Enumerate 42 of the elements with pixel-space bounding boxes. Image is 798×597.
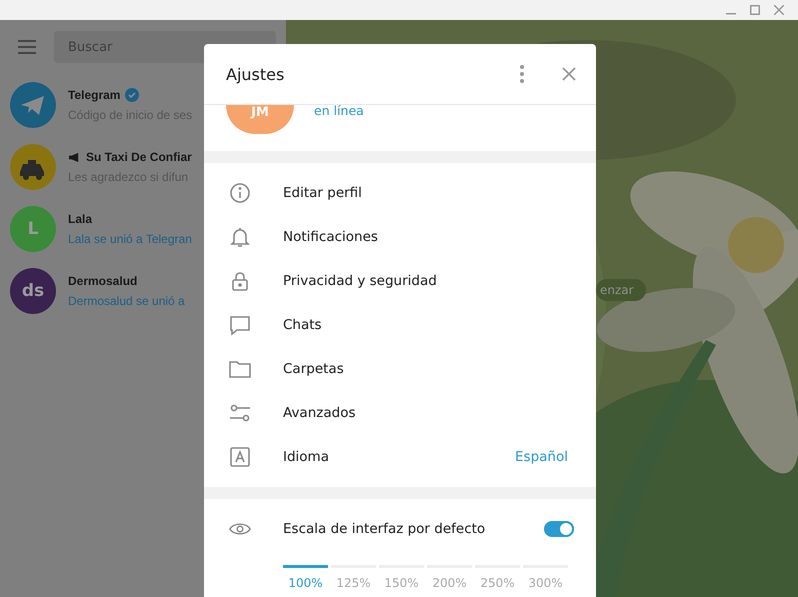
settings-item[interactable]: Idioma Español (204, 435, 596, 479)
toggle-switch[interactable] (544, 521, 574, 537)
chat-preview: Lala se unió a Telegran (68, 232, 192, 246)
more-options-icon[interactable] (520, 65, 524, 83)
settings-item[interactable]: Notificaciones (204, 215, 596, 259)
menu-icon[interactable] (18, 40, 36, 54)
scale-option[interactable]: 250% (475, 565, 520, 590)
settings-item[interactable]: Avanzados (204, 391, 596, 435)
sliders-icon (229, 402, 251, 424)
paper-plane-avatar-icon (10, 82, 56, 128)
bell-icon (229, 226, 251, 248)
chat-preview: Dermosalud se unió a (68, 294, 185, 308)
start-pill[interactable]: enzar (596, 279, 646, 301)
chat-name: Telegram (68, 88, 120, 102)
dialog-title: Ajustes (226, 64, 286, 84)
language-value: Español (515, 449, 568, 465)
scale-option[interactable]: 300% (523, 565, 568, 590)
settings-item[interactable]: Privacidad y seguridad (204, 259, 596, 303)
chat-name: Lala (68, 212, 92, 226)
scale-option[interactable]: 200% (427, 565, 472, 590)
taxi-avatar-icon (10, 144, 56, 190)
maximize-icon[interactable] (750, 5, 760, 15)
lock-icon (229, 270, 251, 292)
scale-option[interactable]: 100% (283, 565, 328, 590)
scale-option[interactable]: 125% (331, 565, 376, 590)
status-text: en línea (314, 103, 364, 118)
info-icon (229, 182, 251, 204)
chat-name: Su Taxi De Confiar (86, 150, 192, 164)
scale-label: Escala de interfaz por defecto (283, 521, 486, 537)
settings-item[interactable]: Carpetas (204, 347, 596, 391)
settings-item[interactable]: Chats (204, 303, 596, 347)
chat-name: Dermosalud (68, 274, 138, 288)
scale-option[interactable]: 150% (379, 565, 424, 590)
avatar: L (10, 206, 56, 252)
letter-a-icon (229, 446, 251, 468)
close-icon[interactable] (774, 5, 784, 15)
avatar: ds (10, 268, 56, 314)
settings-item[interactable]: Editar perfil (204, 171, 596, 215)
avatar: JM (226, 105, 294, 134)
speech-bubble-icon (229, 314, 251, 336)
folder-icon (229, 358, 251, 380)
close-icon[interactable] (562, 67, 576, 81)
